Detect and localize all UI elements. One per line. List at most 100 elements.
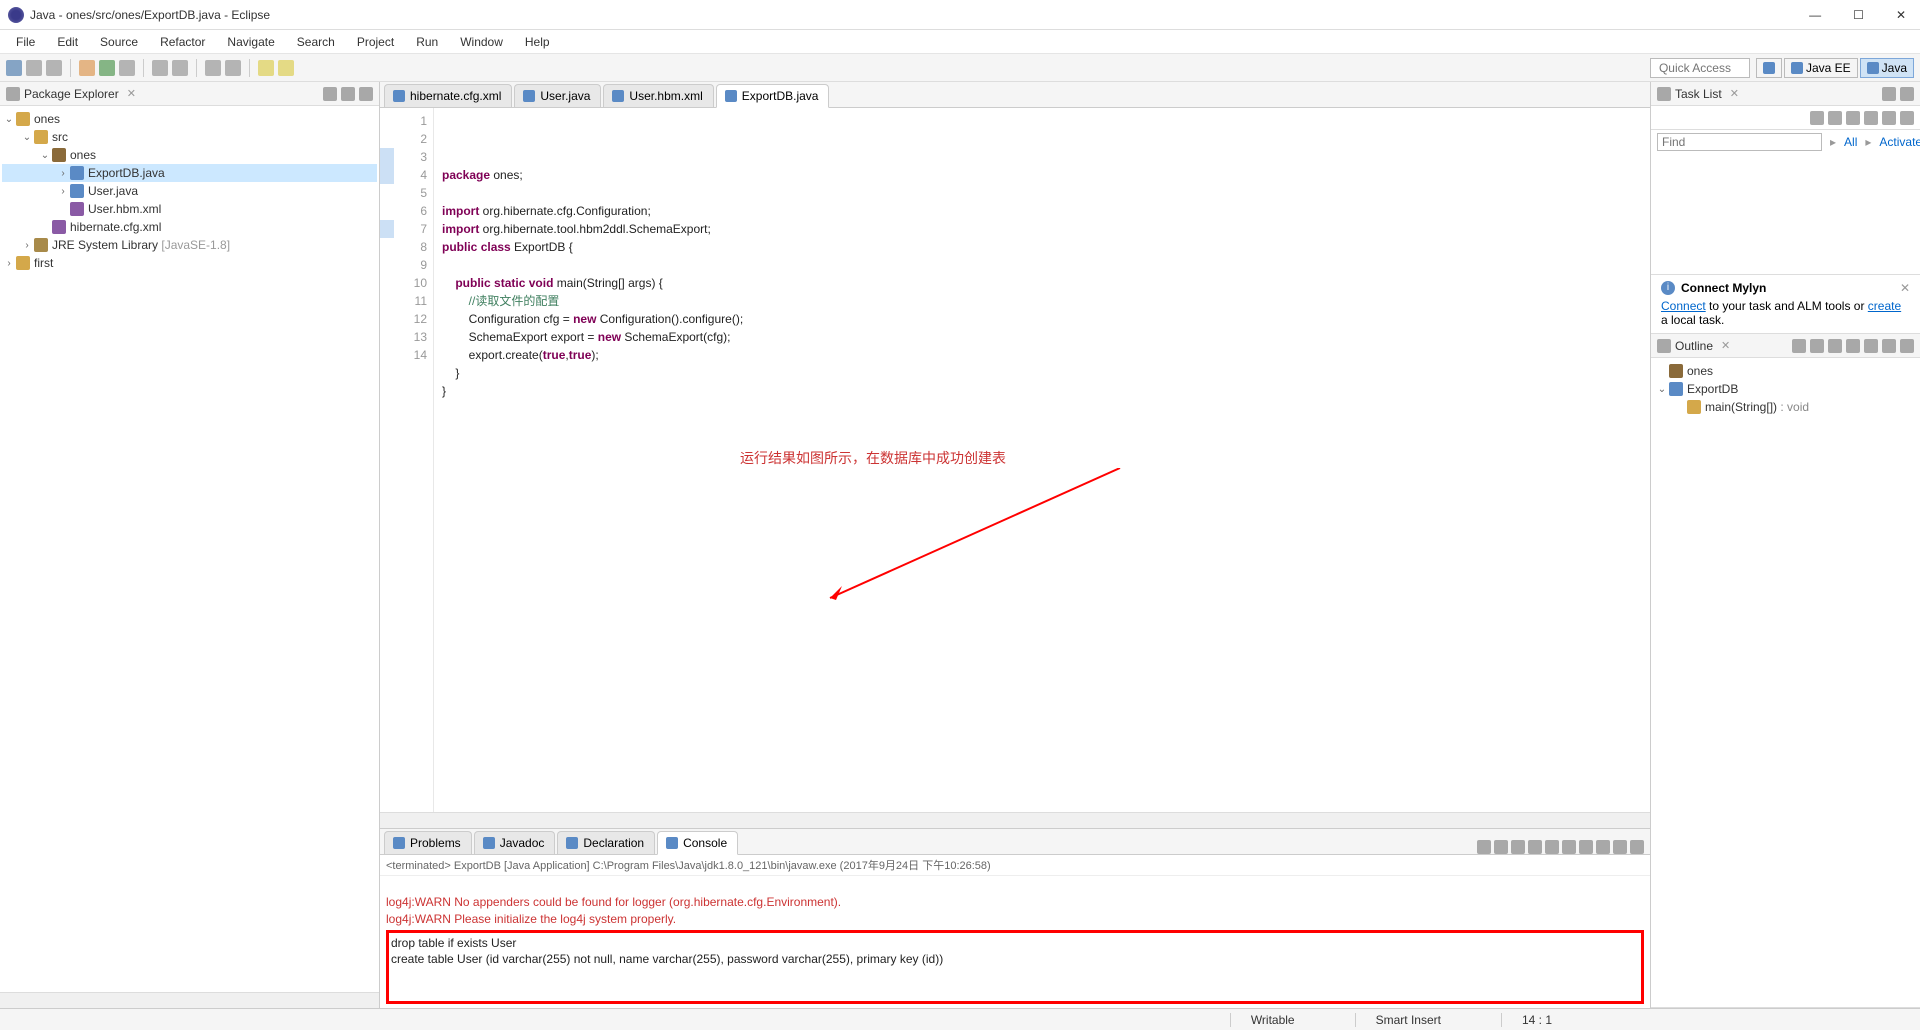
tree-node[interactable]: hibernate.cfg.xml — [2, 218, 377, 236]
close-icon[interactable]: ✕ — [1900, 281, 1910, 295]
menu-search[interactable]: Search — [287, 32, 345, 52]
hide-fields-icon[interactable] — [1810, 339, 1824, 353]
bottom-tab-javadoc[interactable]: Javadoc — [474, 831, 556, 854]
new-icon[interactable] — [6, 60, 22, 76]
tree-node[interactable]: ›first — [2, 254, 377, 272]
hide-static-icon[interactable] — [1828, 339, 1842, 353]
expand-icon[interactable]: ⌄ — [2, 114, 16, 125]
tree-node[interactable]: ⌄ones — [2, 146, 377, 164]
menu-source[interactable]: Source — [90, 32, 148, 52]
expand-icon[interactable]: › — [56, 186, 70, 197]
remove-launch-icon[interactable] — [1477, 840, 1491, 854]
open-console-icon[interactable] — [1596, 840, 1610, 854]
close-button[interactable]: ✕ — [1890, 8, 1912, 22]
create-link[interactable]: create — [1868, 299, 1901, 313]
view-close-icon[interactable]: ✕ — [127, 87, 136, 100]
new-task-icon[interactable] — [1810, 111, 1824, 125]
bottom-tab-declaration[interactable]: Declaration — [557, 831, 655, 854]
quick-access-input[interactable] — [1650, 58, 1750, 78]
minimize-view-icon[interactable] — [1882, 87, 1896, 101]
expand-icon[interactable]: › — [56, 168, 70, 179]
tree-node[interactable]: ⌄ones — [2, 110, 377, 128]
editor-tab[interactable]: hibernate.cfg.xml — [384, 84, 512, 107]
tree-node[interactable]: ›ExportDB.java — [2, 164, 377, 182]
perspective-java-ee[interactable]: Java EE — [1784, 58, 1858, 78]
task-find-input[interactable] — [1657, 133, 1822, 151]
menu-window[interactable]: Window — [450, 32, 513, 52]
focus-icon[interactable] — [1882, 339, 1896, 353]
maximize-view-icon[interactable] — [1630, 840, 1644, 854]
task-all-link[interactable]: All — [1844, 135, 1857, 149]
menu-project[interactable]: Project — [347, 32, 404, 52]
scrollbar-horizontal[interactable] — [0, 992, 379, 1008]
menu-file[interactable]: File — [6, 32, 45, 52]
editor-scrollbar[interactable] — [380, 812, 1650, 828]
open-type-icon[interactable] — [205, 60, 221, 76]
sort-icon[interactable] — [1792, 339, 1806, 353]
expand-icon[interactable]: › — [20, 240, 34, 251]
sync-icon[interactable] — [1846, 111, 1860, 125]
collapse-icon[interactable] — [1864, 111, 1878, 125]
back-icon[interactable] — [258, 60, 274, 76]
menu-run[interactable]: Run — [406, 32, 448, 52]
link-editor-icon[interactable] — [341, 87, 355, 101]
bottom-tab-console[interactable]: Console — [657, 831, 738, 855]
scroll-lock-icon[interactable] — [1545, 840, 1559, 854]
bottom-tab-problems[interactable]: Problems — [384, 831, 472, 854]
tree-node[interactable]: ›JRE System Library [JavaSE-1.8] — [2, 236, 377, 254]
terminate-icon[interactable] — [1511, 840, 1525, 854]
view-menu-icon[interactable] — [1900, 111, 1914, 125]
menu-help[interactable]: Help — [515, 32, 560, 52]
search-icon[interactable] — [225, 60, 241, 76]
run-icon[interactable] — [99, 60, 115, 76]
view-close-icon[interactable]: ✕ — [1730, 87, 1739, 100]
save-all-icon[interactable] — [46, 60, 62, 76]
code-area[interactable]: package ones; import org.hibernate.cfg.C… — [434, 108, 1650, 812]
maximize-view-icon[interactable] — [1900, 87, 1914, 101]
new-class-icon[interactable] — [172, 60, 188, 76]
outline-node[interactable]: ones — [1655, 362, 1916, 380]
forward-icon[interactable] — [278, 60, 294, 76]
console-output[interactable]: log4j:WARN No appenders could be found f… — [380, 876, 1650, 1008]
code-editor[interactable]: 1234567891011121314 package ones; import… — [380, 108, 1650, 812]
view-menu-icon[interactable] — [1900, 339, 1914, 353]
connect-link[interactable]: Connect — [1661, 299, 1706, 313]
pin-console-icon[interactable] — [1562, 840, 1576, 854]
save-icon[interactable] — [26, 60, 42, 76]
outline-node[interactable]: ⌄ExportDB — [1655, 380, 1916, 398]
tree-node[interactable]: ›User.java — [2, 182, 377, 200]
view-close-icon[interactable]: ✕ — [1721, 339, 1730, 352]
expand-icon[interactable]: ⌄ — [20, 132, 34, 143]
minimize-button[interactable]: — — [1803, 8, 1827, 22]
tree-node[interactable]: User.hbm.xml — [2, 200, 377, 218]
remove-all-icon[interactable] — [1494, 840, 1508, 854]
editor-tab[interactable]: User.java — [514, 84, 601, 107]
menu-navigate[interactable]: Navigate — [217, 32, 284, 52]
outline-tree[interactable]: ones⌄ExportDBmain(String[]) : void — [1651, 358, 1920, 1007]
new-package-icon[interactable] — [152, 60, 168, 76]
focus-icon[interactable] — [1882, 111, 1896, 125]
hide-local-icon[interactable] — [1864, 339, 1878, 353]
minimize-view-icon[interactable] — [1613, 840, 1627, 854]
expand-icon[interactable]: › — [2, 258, 16, 269]
task-activate-link[interactable]: Activate... — [1879, 135, 1920, 149]
coverage-icon[interactable] — [119, 60, 135, 76]
display-console-icon[interactable] — [1579, 840, 1593, 854]
maximize-button[interactable]: ☐ — [1847, 8, 1870, 22]
hide-nonpublic-icon[interactable] — [1846, 339, 1860, 353]
categorize-icon[interactable] — [1828, 111, 1842, 125]
tree-node[interactable]: ⌄src — [2, 128, 377, 146]
expand-icon[interactable]: ⌄ — [38, 150, 52, 161]
outline-node[interactable]: main(String[]) : void — [1655, 398, 1916, 416]
editor-tab[interactable]: User.hbm.xml — [603, 84, 713, 107]
perspective-java[interactable]: Java — [1860, 58, 1914, 78]
debug-icon[interactable] — [79, 60, 95, 76]
clear-console-icon[interactable] — [1528, 840, 1542, 854]
open-perspective-button[interactable] — [1756, 58, 1782, 78]
collapse-all-icon[interactable] — [323, 87, 337, 101]
menu-refactor[interactable]: Refactor — [150, 32, 215, 52]
editor-tab[interactable]: ExportDB.java — [716, 84, 830, 108]
menu-edit[interactable]: Edit — [47, 32, 88, 52]
package-tree[interactable]: ⌄ones⌄src⌄ones›ExportDB.java›User.javaUs… — [0, 106, 379, 992]
view-menu-icon[interactable] — [359, 87, 373, 101]
